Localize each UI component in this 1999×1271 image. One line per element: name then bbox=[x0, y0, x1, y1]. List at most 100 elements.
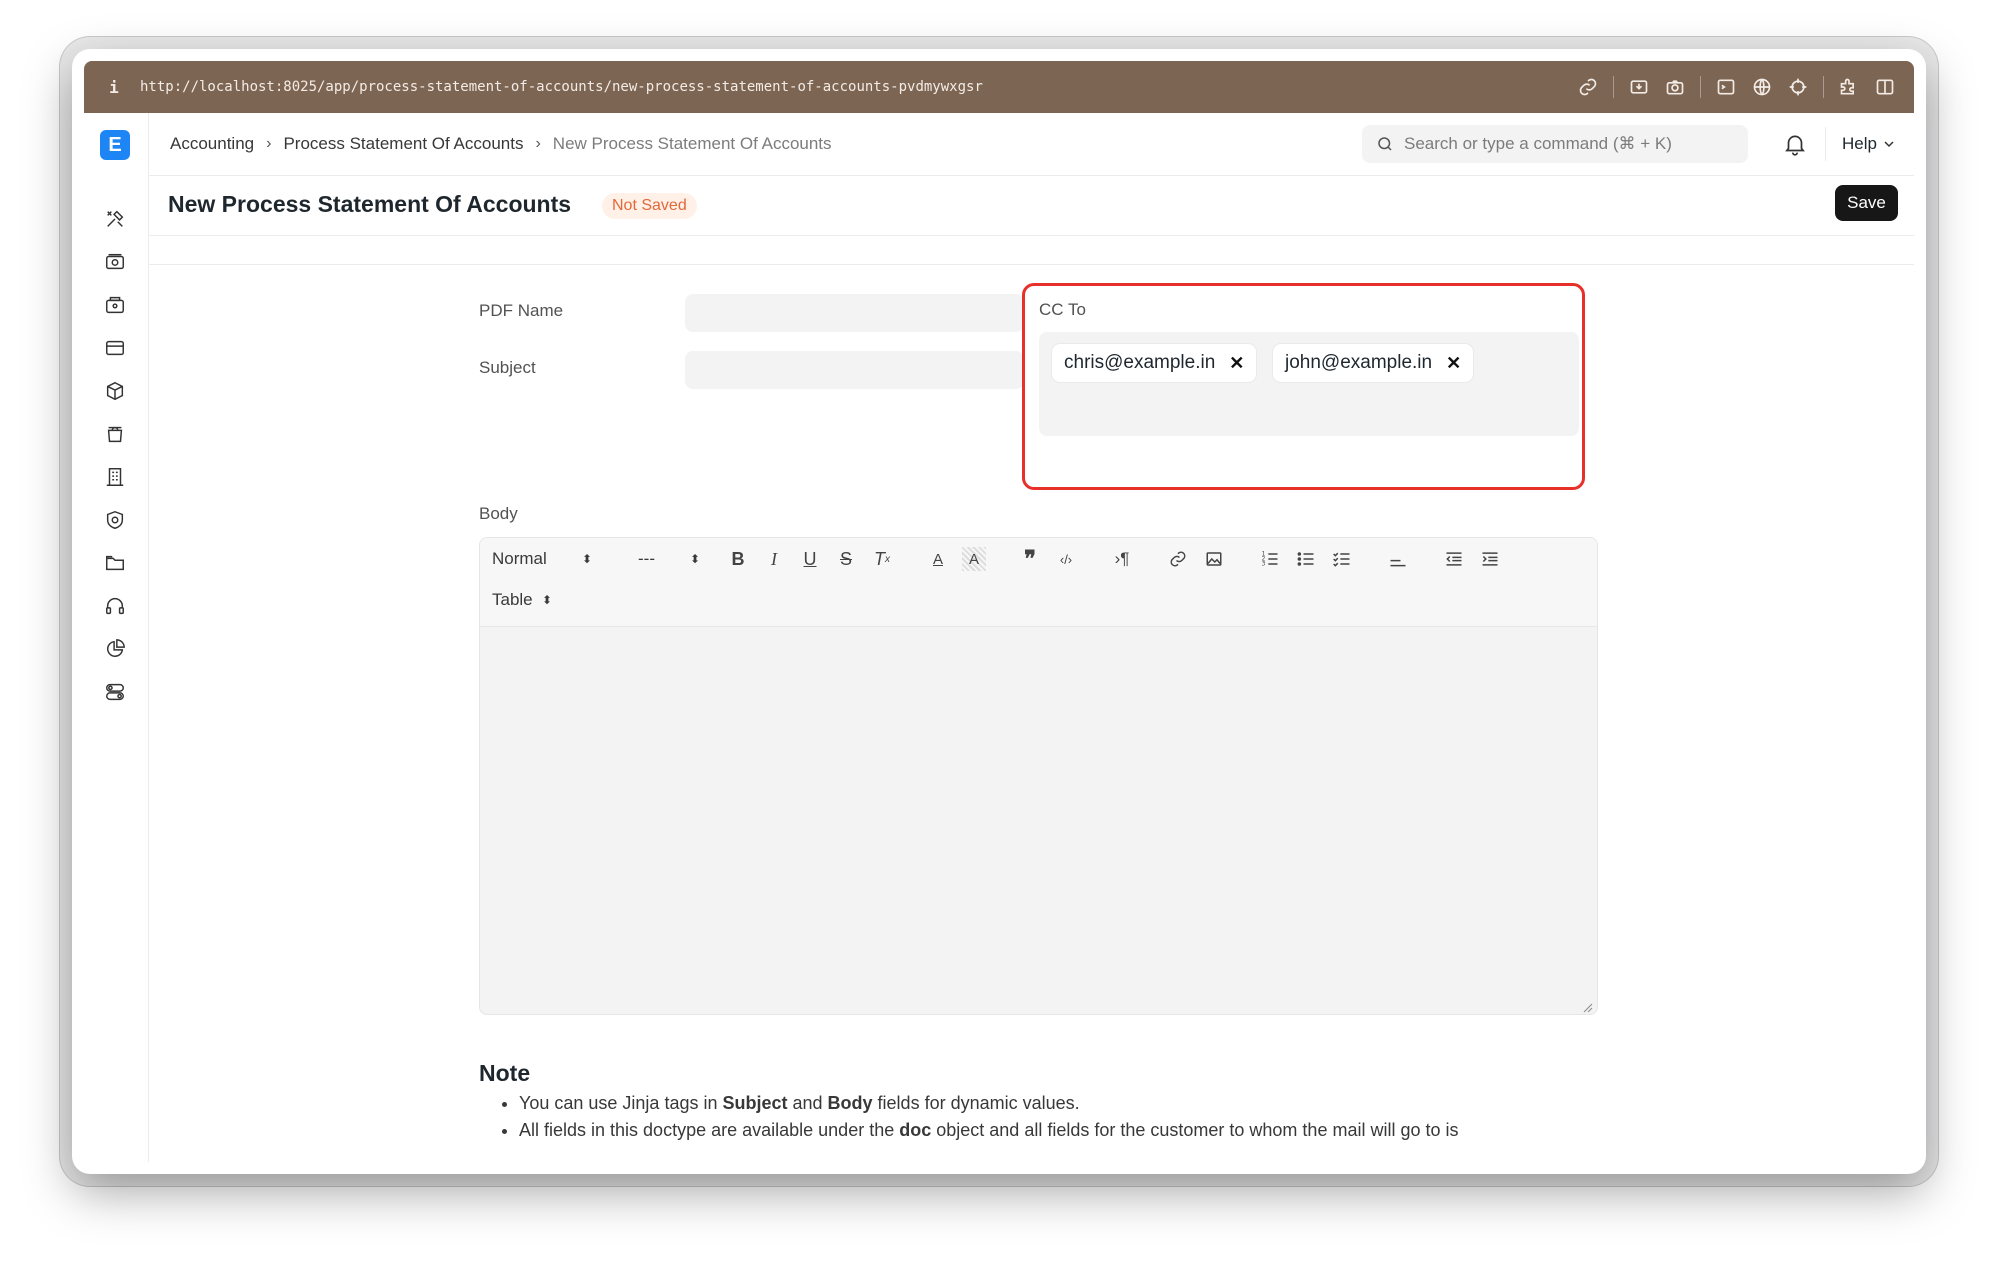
tools-icon[interactable] bbox=[103, 207, 127, 231]
list-item: You can use Jinja tags in Subject and Bo… bbox=[519, 1090, 1459, 1117]
page-head: New Process Statement Of Accounts Not Sa… bbox=[148, 175, 1914, 236]
editor-content-area[interactable] bbox=[480, 626, 1597, 1014]
navbar: Accounting › Process Statement Of Accoun… bbox=[148, 113, 1914, 176]
register-icon[interactable] bbox=[103, 293, 127, 317]
table-select[interactable]: Table ⬍ bbox=[492, 586, 562, 614]
download-icon[interactable] bbox=[1628, 76, 1650, 98]
check-list-icon[interactable] bbox=[1330, 547, 1354, 571]
ordered-list-icon[interactable]: 123 bbox=[1258, 547, 1282, 571]
save-button[interactable]: Save bbox=[1835, 185, 1898, 221]
help-label: Help bbox=[1842, 134, 1877, 153]
money-icon[interactable] bbox=[103, 250, 127, 274]
cc-to-field[interactable]: chris@example.in ✕ john@example.in ✕ bbox=[1039, 332, 1579, 436]
folder-icon[interactable] bbox=[103, 551, 127, 575]
box-icon[interactable] bbox=[103, 379, 127, 403]
list-item: All fields in this doctype are available… bbox=[519, 1117, 1459, 1144]
strike-icon[interactable]: S bbox=[834, 547, 858, 571]
indent-icon[interactable] bbox=[1478, 547, 1502, 571]
bell-icon[interactable] bbox=[1782, 131, 1808, 157]
outdent-icon[interactable] bbox=[1442, 547, 1466, 571]
bullet-list-icon[interactable] bbox=[1294, 547, 1318, 571]
bold-icon[interactable]: B bbox=[726, 547, 750, 571]
headset-icon[interactable] bbox=[103, 594, 127, 618]
building-icon[interactable] bbox=[103, 465, 127, 489]
note-list: You can use Jinja tags in Subject and Bo… bbox=[499, 1090, 1459, 1144]
breadcrumb-item-current: New Process Statement Of Accounts bbox=[552, 134, 832, 153]
cc-to-highlight: CC To chris@example.in ✕ john@example.in… bbox=[1022, 283, 1585, 490]
toggles-icon[interactable] bbox=[103, 680, 127, 704]
remove-pill-icon[interactable]: ✕ bbox=[1229, 353, 1244, 374]
divider bbox=[1825, 127, 1826, 161]
pie-chart-icon[interactable] bbox=[103, 637, 127, 661]
crosshair-icon[interactable] bbox=[1787, 76, 1809, 98]
divider bbox=[1823, 76, 1824, 98]
subject-field[interactable] bbox=[685, 351, 1024, 389]
terminal-icon[interactable] bbox=[1715, 76, 1737, 98]
italic-icon[interactable]: I bbox=[762, 547, 786, 571]
chevron-right-icon: › bbox=[535, 135, 541, 152]
text-color-icon[interactable]: A bbox=[926, 547, 950, 571]
updown-icon: ⬍ bbox=[689, 552, 700, 566]
chevron-right-icon: › bbox=[266, 135, 272, 152]
background-color-icon[interactable]: A bbox=[962, 547, 986, 571]
pdf-name-label: PDF Name bbox=[479, 301, 564, 320]
breadcrumb-item[interactable]: Process Statement Of Accounts bbox=[283, 134, 523, 154]
size-select[interactable]: --- ⬍ bbox=[638, 545, 700, 573]
editor-toolbar: Normal ⬍ --- ⬍ B I U S Tx A A ❞ ‹/› ›¶ 1… bbox=[480, 538, 1597, 627]
remove-pill-icon[interactable]: ✕ bbox=[1446, 353, 1461, 374]
page-title: New Process Statement Of Accounts bbox=[168, 191, 572, 217]
email-pill: chris@example.in ✕ bbox=[1052, 344, 1257, 382]
email-pill-text: john@example.in bbox=[1285, 352, 1433, 373]
body-editor: Normal ⬍ --- ⬍ B I U S Tx A A ❞ ‹/› ›¶ 1… bbox=[479, 537, 1598, 1015]
search-input[interactable]: Search or type a command (⌘ + K) bbox=[1404, 134, 1672, 154]
code-block-icon[interactable]: ‹/› bbox=[1054, 547, 1078, 571]
info-icon[interactable]: i bbox=[98, 78, 130, 97]
link-icon[interactable] bbox=[1577, 76, 1599, 98]
blockquote-icon[interactable]: ❞ bbox=[1018, 546, 1042, 571]
camera-icon[interactable] bbox=[1664, 76, 1686, 98]
chevron-down-icon bbox=[1884, 141, 1894, 148]
email-pill-text: chris@example.in bbox=[1064, 352, 1216, 373]
app-logo[interactable]: E bbox=[100, 130, 130, 160]
status-badge: Not Saved bbox=[602, 193, 697, 219]
shopping-bag-icon[interactable] bbox=[103, 422, 127, 446]
extension-icon[interactable] bbox=[1838, 76, 1860, 98]
breadcrumb-item[interactable]: Accounting bbox=[170, 134, 254, 154]
globe-icon[interactable] bbox=[1751, 76, 1773, 98]
url-text[interactable]: http://localhost:8025/app/process-statem… bbox=[140, 79, 1577, 95]
updown-icon: ⬍ bbox=[581, 552, 592, 566]
shield-icon[interactable] bbox=[103, 508, 127, 532]
pdf-name-field[interactable] bbox=[685, 294, 1024, 332]
align-icon[interactable] bbox=[1386, 547, 1410, 571]
breadcrumb: Accounting › Process Statement Of Accoun… bbox=[170, 113, 832, 175]
split-view-icon[interactable] bbox=[1874, 76, 1896, 98]
search-icon bbox=[1376, 135, 1394, 153]
subject-label: Subject bbox=[479, 358, 536, 377]
note-title: Note bbox=[479, 1060, 531, 1086]
card-icon[interactable] bbox=[103, 336, 127, 360]
underline-icon[interactable]: U bbox=[798, 547, 822, 571]
image-icon[interactable] bbox=[1202, 547, 1226, 571]
email-pill: john@example.in ✕ bbox=[1273, 344, 1474, 382]
updown-icon: ⬍ bbox=[541, 593, 552, 607]
link-icon[interactable] bbox=[1166, 547, 1190, 571]
table-select-value: Table bbox=[492, 590, 533, 609]
cc-to-label: CC To bbox=[1039, 300, 1086, 319]
divider bbox=[1700, 76, 1701, 98]
svg-text:3: 3 bbox=[1262, 562, 1266, 568]
clear-format-icon[interactable]: Tx bbox=[870, 547, 894, 571]
style-select-value: Normal bbox=[492, 549, 547, 568]
divider bbox=[148, 264, 1914, 265]
sidebar: E bbox=[84, 113, 149, 1162]
style-select[interactable]: Normal ⬍ bbox=[492, 545, 602, 573]
size-select-value: --- bbox=[638, 549, 655, 568]
browser-window: i http://localhost:8025/app/process-stat… bbox=[72, 49, 1926, 1174]
body-label: Body bbox=[479, 504, 518, 523]
app-area: E Accounting › Process Statement Of Acco… bbox=[84, 113, 1914, 1162]
address-bar-actions bbox=[1577, 76, 1896, 98]
help-dropdown[interactable]: Help bbox=[1842, 113, 1895, 175]
resize-handle-icon[interactable] bbox=[1583, 1000, 1593, 1013]
text-direction-icon[interactable]: ›¶ bbox=[1110, 547, 1134, 571]
search-bar[interactable]: Search or type a command (⌘ + K) bbox=[1362, 125, 1748, 163]
address-bar: i http://localhost:8025/app/process-stat… bbox=[84, 61, 1914, 113]
